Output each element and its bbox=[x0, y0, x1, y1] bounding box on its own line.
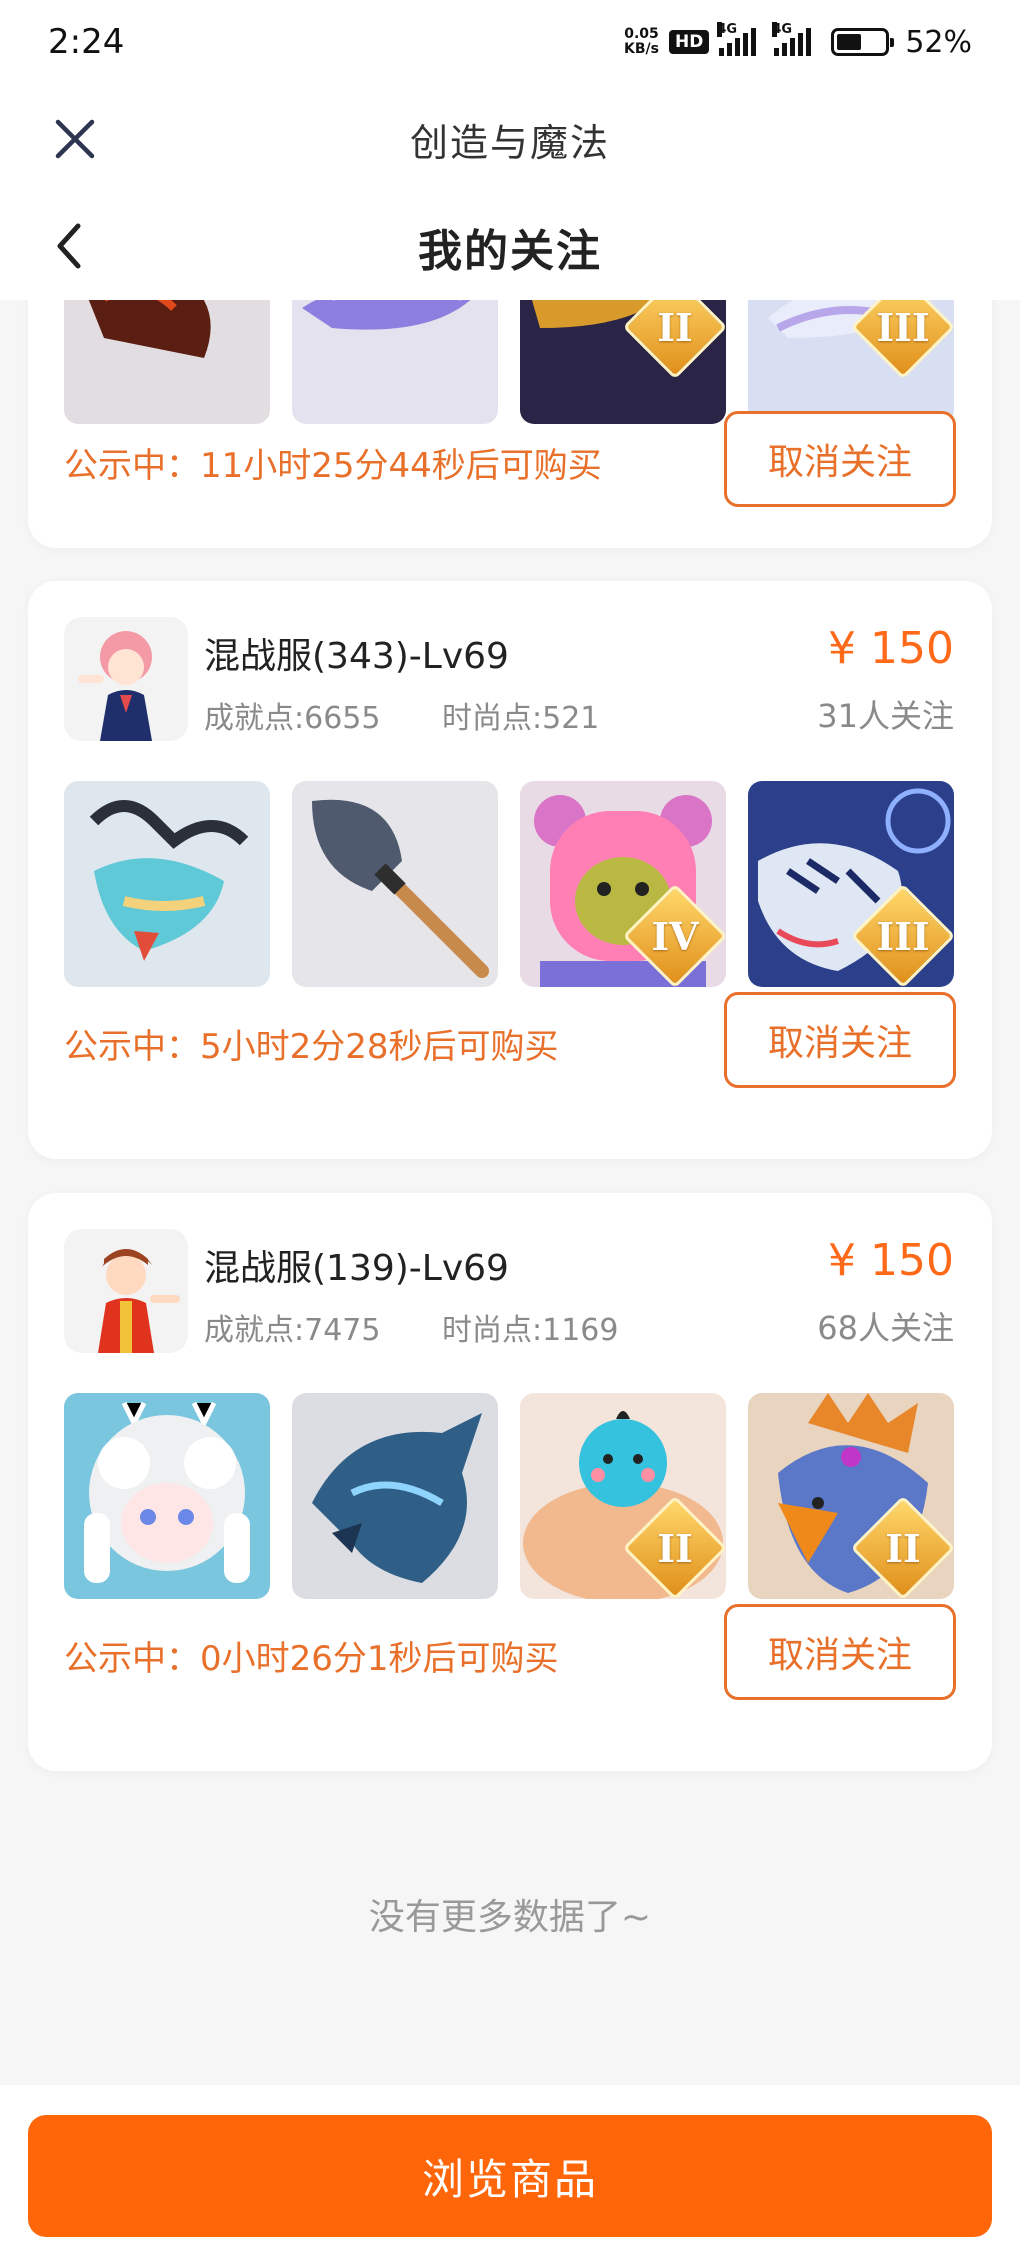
battery-percent: 52% bbox=[905, 24, 972, 60]
follower-count: 31人关注 bbox=[817, 697, 954, 735]
seller-stats: 成就点:7475 时尚点:1169 bbox=[204, 1305, 670, 1349]
price: ¥ 150 bbox=[828, 1235, 954, 1286]
net-speed: 0.05 KB/s bbox=[624, 26, 659, 57]
item-thumbnail[interactable]: II bbox=[748, 1393, 954, 1599]
countdown-text: 公示中：0小时26分1秒后可购买 bbox=[64, 1639, 559, 1679]
page-header: 我的关注 bbox=[0, 194, 1020, 300]
unfollow-button[interactable]: 取消关注 bbox=[724, 411, 956, 507]
listing-card[interactable]: 混战服(139)-Lv69 成就点:7475 时尚点:1169 ¥ 150 68… bbox=[28, 1193, 992, 1771]
browse-products-button[interactable]: 浏览商品 bbox=[28, 2115, 992, 2237]
countdown-text: 公示中：5小时2分28秒后可购买 bbox=[64, 1027, 559, 1067]
seller-row: 混战服(343)-Lv69 成就点:6655 时尚点:521 ¥ 150 31人… bbox=[64, 617, 954, 743]
achievement-points: 成就点:6655 bbox=[204, 701, 381, 736]
item-thumbnail[interactable] bbox=[292, 1393, 498, 1599]
fashion-points: 时尚点:1169 bbox=[442, 1313, 619, 1348]
server-name: 混战服(343)-Lv69 bbox=[204, 636, 509, 677]
listing-card[interactable]: 混战服(343)-Lv69 成就点:6655 时尚点:521 ¥ 150 31人… bbox=[28, 581, 992, 1159]
hd-icon: HD bbox=[668, 30, 710, 54]
item-thumbnail[interactable]: III bbox=[748, 781, 954, 987]
page-title: 我的关注 bbox=[418, 226, 602, 277]
item-row: IV III bbox=[64, 781, 954, 987]
avatar bbox=[64, 1229, 188, 1353]
status-icons: 0.05 KB/s HD 4G 4G 52% bbox=[624, 22, 972, 60]
countdown-text: 公示中：11小时25分44秒后可购买 bbox=[64, 446, 602, 486]
avatar bbox=[64, 617, 188, 741]
app-title: 创造与魔法 bbox=[409, 120, 610, 165]
seller-row: 混战服(139)-Lv69 成就点:7475 时尚点:1169 ¥ 150 68… bbox=[64, 1229, 954, 1355]
fashion-points: 时尚点:521 bbox=[442, 701, 600, 736]
item-thumbnail[interactable] bbox=[64, 1393, 270, 1599]
item-row: II II bbox=[64, 1393, 954, 1599]
chevron-left-icon[interactable] bbox=[50, 218, 90, 274]
item-thumbnail[interactable] bbox=[292, 781, 498, 987]
bottom-bar: 浏览商品 bbox=[0, 2085, 1020, 2267]
seller-stats: 成就点:6655 时尚点:521 bbox=[204, 693, 651, 737]
achievement-points: 成就点:7475 bbox=[204, 1313, 381, 1348]
no-more-data-text: 没有更多数据了~ bbox=[368, 1897, 652, 1938]
follower-count: 68人关注 bbox=[817, 1309, 954, 1347]
item-thumbnail[interactable] bbox=[64, 781, 270, 987]
item-thumbnail[interactable]: IV bbox=[520, 781, 726, 987]
status-bar: 2:24 0.05 KB/s HD 4G 4G 52% bbox=[0, 0, 1020, 84]
status-time: 2:24 bbox=[48, 22, 125, 62]
close-icon[interactable] bbox=[52, 116, 98, 162]
price: ¥ 150 bbox=[828, 623, 954, 674]
server-name: 混战服(139)-Lv69 bbox=[204, 1248, 509, 1289]
app-header: 创造与魔法 bbox=[0, 84, 1020, 194]
item-thumbnail[interactable]: II bbox=[520, 1393, 726, 1599]
signal-icon: 4G bbox=[717, 22, 757, 56]
signal-icon-2: 4G bbox=[772, 22, 812, 56]
unfollow-button[interactable]: 取消关注 bbox=[724, 992, 956, 1088]
unfollow-button[interactable]: 取消关注 bbox=[724, 1604, 956, 1700]
battery-icon bbox=[831, 28, 895, 56]
